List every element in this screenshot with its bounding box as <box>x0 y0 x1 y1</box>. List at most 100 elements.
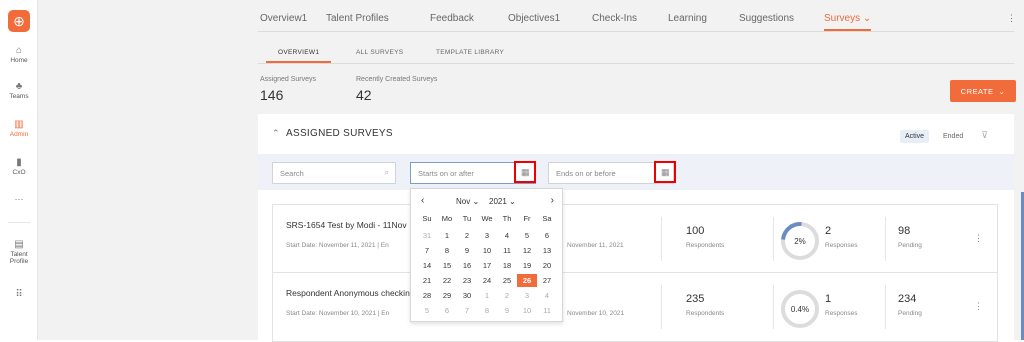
end-calendar-button[interactable]: ▦ <box>654 161 676 183</box>
calendar-day[interactable]: 9 <box>457 244 477 257</box>
responses-count: 2 <box>825 225 832 237</box>
calendar-day[interactable]: 10 <box>477 244 497 257</box>
calendar-day[interactable]: 16 <box>457 259 477 272</box>
app-logo-icon[interactable]: ⊕ <box>8 10 30 32</box>
calendar-day[interactable]: 22 <box>437 274 457 287</box>
calendar-day[interactable]: 2 <box>457 229 477 242</box>
recent-surveys-count: 42 <box>356 87 372 103</box>
calendar-day[interactable]: 21 <box>417 274 437 287</box>
calendar-day[interactable]: 15 <box>437 259 457 272</box>
calendar-day[interactable]: 18 <box>497 259 517 272</box>
calendar-day[interactable]: 5 <box>417 304 437 317</box>
subtab-overview1[interactable]: OVERVIEW1 <box>266 49 332 63</box>
subtab-all-surveys[interactable]: ALL SURVEYS <box>356 49 403 56</box>
start-calendar-button[interactable]: ▦ <box>514 161 536 183</box>
calendar-day[interactable]: 1 <box>477 289 497 302</box>
filter-ended[interactable]: Ended <box>938 130 968 143</box>
survey-card[interactable]: Respondent Anonymous checkin Start Date:… <box>272 272 998 342</box>
calendar-day[interactable]: 7 <box>457 304 477 317</box>
assigned-surveys-count: 146 <box>260 87 284 103</box>
calendar-day[interactable]: 12 <box>517 244 537 257</box>
calendar-day[interactable]: 4 <box>537 289 557 302</box>
pending-label: Pending <box>898 310 922 317</box>
pending-count: 98 <box>898 225 911 237</box>
weekday-label: Sa <box>542 214 552 223</box>
calendar-day[interactable]: 6 <box>537 229 557 242</box>
grid-icon: ⠿ <box>15 289 23 300</box>
calendar-day[interactable]: 31 <box>417 229 437 242</box>
calendar-day[interactable]: 17 <box>477 259 497 272</box>
calendar-day[interactable]: 4 <box>497 229 517 242</box>
sidebar-item-admin[interactable]: ▥ Admin <box>0 118 38 138</box>
sidebar-item-talent-profile[interactable]: ▤ Talent Profile <box>0 238 38 265</box>
calendar-day[interactable]: 8 <box>437 244 457 257</box>
year-select[interactable]: 2021 ⌄ <box>489 197 516 206</box>
tab-talent-profiles[interactable]: Talent Profiles <box>326 13 389 24</box>
calendar-day[interactable]: 23 <box>457 274 477 287</box>
date-picker: ‹ Nov ⌄ 2021 ⌄ › Su Mo Tu We Th Fr Sa 31… <box>410 188 563 322</box>
calendar-day[interactable]: 13 <box>537 244 557 257</box>
prev-month-icon[interactable]: ‹ <box>421 195 424 206</box>
calendar-day[interactable]: 3 <box>477 229 497 242</box>
search-input[interactable]: Search ⌕ <box>272 162 396 184</box>
survey-card[interactable]: SRS-1654 Test by Modi - 11Nov Start Date… <box>272 204 998 274</box>
calendar-day[interactable]: 14 <box>417 259 437 272</box>
calendar-day[interactable]: 28 <box>417 289 437 302</box>
calendar-day[interactable]: 25 <box>497 274 517 287</box>
tab-objectives1[interactable]: Objectives1 <box>508 13 560 24</box>
survey-title[interactable]: SRS-1654 Test by Modi - 11Nov <box>286 220 407 230</box>
responses-count: 1 <box>825 293 832 305</box>
sidebar-more-button[interactable]: ··· <box>0 194 38 204</box>
calendar-day[interactable]: 11 <box>537 304 557 317</box>
tab-feedback[interactable]: Feedback <box>430 13 474 24</box>
respondents-count: 100 <box>686 225 705 237</box>
calendar-day[interactable]: 2 <box>497 289 517 302</box>
card-menu-icon[interactable]: ⋮ <box>974 233 983 244</box>
calendar-day[interactable]: 9 <box>497 304 517 317</box>
calendar-day[interactable]: 5 <box>517 229 537 242</box>
more-options-icon[interactable]: ⋮ <box>1007 13 1016 24</box>
divider <box>885 285 886 329</box>
calendar-day[interactable]: 20 <box>537 259 557 272</box>
date-picker-header: ‹ Nov ⌄ 2021 ⌄ › <box>411 195 564 209</box>
calendar-day[interactable]: 1 <box>437 229 457 242</box>
tab-learning[interactable]: Learning <box>668 13 707 24</box>
calendar-day[interactable]: 19 <box>517 259 537 272</box>
calendar-day[interactable]: 24 <box>477 274 497 287</box>
admin-icon: ▥ <box>14 119 24 130</box>
calendar-day[interactable]: 3 <box>517 289 537 302</box>
sidebar-item-teams[interactable]: ♣ Teams <box>0 80 38 100</box>
sidebar-item-home[interactable]: ⌂ Home <box>0 44 38 64</box>
calendar-day[interactable]: 7 <box>417 244 437 257</box>
tab-check-ins[interactable]: Check-Ins <box>592 13 637 24</box>
respondents-count: 235 <box>686 293 705 305</box>
tab-overview1[interactable]: Overview1 <box>260 13 307 24</box>
sidebar-divider <box>8 222 30 223</box>
calendar-day[interactable]: 11 <box>497 244 517 257</box>
respondents-label: Respondents <box>686 310 725 317</box>
calendar-day[interactable]: 27 <box>537 274 557 287</box>
calendar-day[interactable]: 6 <box>437 304 457 317</box>
survey-title[interactable]: Respondent Anonymous checkin <box>286 288 410 298</box>
month-select[interactable]: Nov ⌄ <box>456 197 479 206</box>
assigned-surveys-panel: ⌃ ASSIGNED SURVEYS Active Ended ⊽ Search… <box>258 114 1014 342</box>
next-month-icon[interactable]: › <box>551 195 554 206</box>
calendar-day[interactable]: 10 <box>517 304 537 317</box>
filter-active[interactable]: Active <box>900 130 930 143</box>
collapse-chevron-icon[interactable]: ⌃ <box>272 128 280 139</box>
tab-suggestions[interactable]: Suggestions <box>739 13 794 24</box>
sidebar-item-cxo[interactable]: ▮ CxO <box>0 156 38 176</box>
tab-surveys[interactable]: Surveys ⌄ <box>824 13 872 31</box>
calendar-day[interactable]: 29 <box>437 289 457 302</box>
subtab-template-library[interactable]: TEMPLATE LIBRARY <box>436 49 504 56</box>
calendar-day[interactable]: 26 <box>517 274 537 287</box>
create-button-label: CREATE <box>960 86 994 96</box>
sidebar-item-apps[interactable]: ⠿ <box>0 288 38 301</box>
card-menu-icon[interactable]: ⋮ <box>974 301 983 312</box>
start-date-placeholder: Starts on or after <box>418 169 474 178</box>
calendar-day[interactable]: 30 <box>457 289 477 302</box>
filter-icon[interactable]: ⊽ <box>981 130 988 141</box>
calendar-day[interactable]: 8 <box>477 304 497 317</box>
week-row: 21 22 23 24 25 26 27 <box>417 274 558 287</box>
create-button[interactable]: CREATE ⌄ <box>950 80 1016 102</box>
